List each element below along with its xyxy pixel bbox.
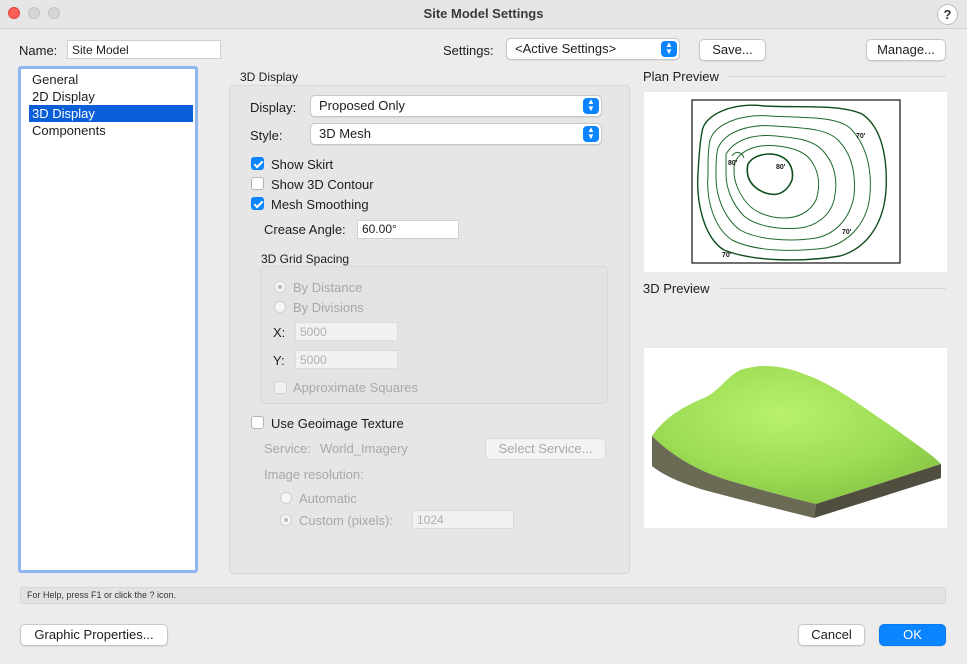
save-button[interactable]: Save... bbox=[699, 39, 766, 61]
help-button[interactable]: ? bbox=[937, 4, 958, 25]
window-title: Site Model Settings bbox=[423, 6, 544, 21]
custom-pixels-label: Custom (pixels): bbox=[299, 513, 393, 528]
automatic-radio[interactable] bbox=[280, 492, 292, 504]
contour-label-80-left: 80' bbox=[728, 160, 738, 167]
section-title-3d-display: 3D Display bbox=[240, 70, 299, 84]
grid-spacing-title: 3D Grid Spacing bbox=[261, 252, 350, 266]
image-resolution-label: Image resolution: bbox=[264, 467, 364, 482]
up-down-chevron-icon: ▲ ▼ bbox=[661, 41, 677, 57]
show-3d-contour-label: Show 3D Contour bbox=[271, 177, 374, 192]
manage-button[interactable]: Manage... bbox=[866, 39, 946, 61]
by-divisions-label: By Divisions bbox=[293, 300, 364, 315]
by-distance-label: By Distance bbox=[293, 280, 363, 295]
cancel-button[interactable]: Cancel bbox=[798, 624, 865, 646]
sidebar-item-3d-display[interactable]: 3D Display bbox=[29, 105, 193, 122]
automatic-label: Automatic bbox=[299, 491, 357, 506]
terrain-3d-drawing bbox=[652, 366, 941, 518]
contour-plan-drawing: 80' 80' 70' 70' 70' bbox=[691, 99, 901, 264]
up-down-chevron-icon: ▲ ▼ bbox=[583, 98, 599, 114]
ok-button[interactable]: OK bbox=[879, 624, 946, 646]
settings-select-value: <Active Settings> bbox=[515, 41, 617, 56]
service-value: World_Imagery bbox=[320, 441, 408, 456]
display-select-value: Proposed Only bbox=[319, 98, 405, 113]
status-bar: For Help, press F1 or click the ? icon. bbox=[20, 587, 946, 604]
style-label: Style: bbox=[250, 128, 283, 143]
sidebar-item-components[interactable]: Components bbox=[29, 122, 193, 139]
3d-preview-title: 3D Preview bbox=[643, 281, 710, 296]
contour-label-70-right: 70' bbox=[842, 229, 852, 236]
by-distance-radio[interactable] bbox=[274, 281, 286, 293]
service-label: Service: bbox=[264, 441, 311, 456]
display-label: Display: bbox=[250, 100, 297, 115]
mesh-smoothing-checkbox[interactable] bbox=[251, 197, 264, 210]
x-label: X: bbox=[273, 325, 286, 340]
approximate-squares-checkbox[interactable] bbox=[274, 381, 287, 394]
show-skirt-checkbox[interactable] bbox=[251, 157, 264, 170]
style-select-value: 3D Mesh bbox=[319, 126, 372, 141]
category-list: General 2D Display 3D Display Components bbox=[18, 66, 198, 573]
x-spacing-field[interactable]: 5000 bbox=[295, 322, 398, 341]
show-3d-contour-checkbox[interactable] bbox=[251, 177, 264, 190]
settings-label: Settings: bbox=[443, 43, 494, 58]
custom-pixels-radio[interactable] bbox=[280, 514, 292, 526]
contour-label-70-bottom: 70' bbox=[722, 252, 732, 259]
3d-preview bbox=[644, 348, 947, 528]
display-select[interactable]: Proposed Only ▲ ▼ bbox=[310, 95, 602, 117]
up-down-chevron-icon: ▲ ▼ bbox=[583, 126, 599, 142]
settings-select[interactable]: <Active Settings> ▲ ▼ bbox=[506, 38, 680, 60]
name-field[interactable]: Site Model bbox=[67, 40, 221, 59]
y-spacing-field[interactable]: 5000 bbox=[295, 350, 398, 369]
name-label: Name: bbox=[19, 43, 58, 58]
plan-preview-divider bbox=[728, 76, 946, 77]
custom-pixels-field[interactable]: 1024 bbox=[412, 510, 514, 529]
sidebar-item-general[interactable]: General bbox=[29, 71, 193, 88]
use-geoimage-checkbox[interactable] bbox=[251, 416, 264, 429]
3d-preview-divider bbox=[721, 288, 946, 289]
use-geoimage-label: Use Geoimage Texture bbox=[271, 416, 404, 431]
sidebar-item-2d-display[interactable]: 2D Display bbox=[29, 88, 193, 105]
crease-angle-label: Crease Angle: bbox=[264, 222, 346, 237]
approximate-squares-label: Approximate Squares bbox=[293, 380, 419, 395]
show-skirt-label: Show Skirt bbox=[271, 157, 334, 172]
plan-preview: 80' 80' 70' 70' 70' bbox=[644, 92, 947, 272]
mesh-smoothing-label: Mesh Smoothing bbox=[271, 197, 369, 212]
graphic-properties-button[interactable]: Graphic Properties... bbox=[20, 624, 168, 646]
crease-angle-field[interactable]: 60.00° bbox=[357, 220, 459, 239]
plan-preview-title: Plan Preview bbox=[643, 69, 719, 84]
contour-label-80-right: 80' bbox=[776, 164, 786, 171]
by-divisions-radio[interactable] bbox=[274, 301, 286, 313]
style-select[interactable]: 3D Mesh ▲ ▼ bbox=[310, 123, 602, 145]
contour-label-70-top: 70' bbox=[856, 133, 866, 140]
y-label: Y: bbox=[273, 353, 285, 368]
select-service-button[interactable]: Select Service... bbox=[485, 438, 606, 460]
